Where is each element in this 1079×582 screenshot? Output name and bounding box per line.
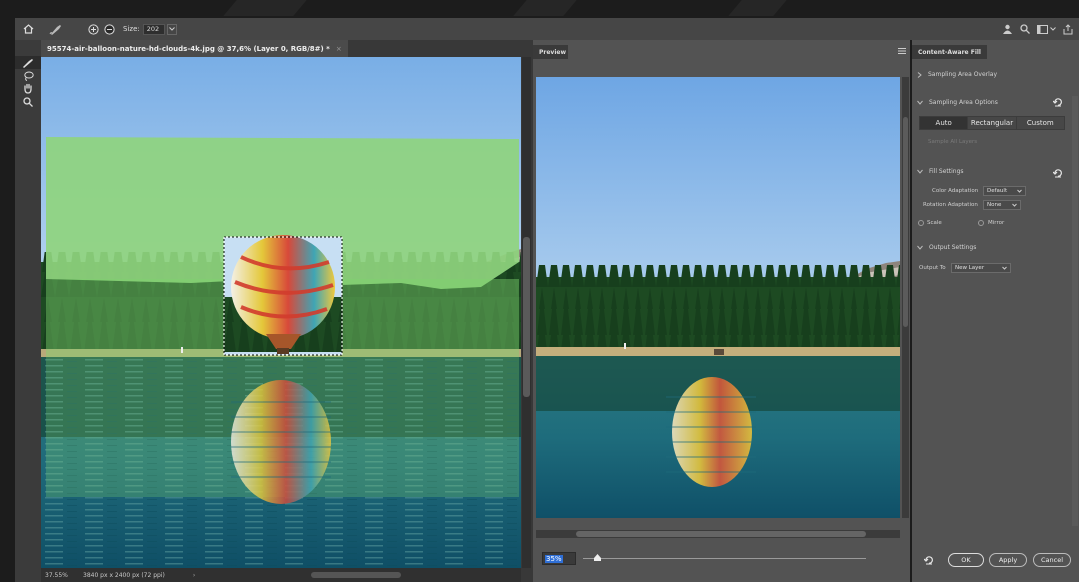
size-label: Size:: [123, 25, 140, 33]
preview-image: [536, 77, 900, 518]
output-to-value: New Layer: [955, 265, 985, 271]
output-to-dropdown[interactable]: New Layer: [951, 263, 1011, 273]
background-stripe: [728, 0, 787, 16]
options-bar: Size: 202: [15, 18, 1079, 40]
size-dropdown-button[interactable]: [166, 23, 177, 35]
sampling-mode-rectangular[interactable]: Rectangular: [967, 117, 1016, 129]
preview-tab[interactable]: Preview: [533, 45, 568, 59]
apply-button[interactable]: Apply: [989, 553, 1027, 567]
background-stripe: [223, 0, 307, 16]
learn-icon[interactable]: [1002, 24, 1013, 34]
background-stripe: [513, 0, 577, 16]
add-circle-icon[interactable]: [85, 23, 101, 35]
output-settings-label: Output Settings: [929, 244, 977, 251]
fill-settings-label: Fill Settings: [929, 168, 964, 175]
sampling-mode-auto[interactable]: Auto: [920, 117, 968, 129]
content-aware-brush-tool-icon[interactable]: [15, 56, 41, 69]
close-icon[interactable]: ×: [336, 45, 342, 53]
document-dimensions: 3840 px x 2400 px (72 ppi): [83, 571, 165, 579]
scale-label: Scale: [927, 220, 942, 226]
sampling-area-overlay-label: Sampling Area Overlay: [928, 71, 998, 78]
fill-settings-section[interactable]: Fill Settings: [917, 168, 964, 175]
content-aware-brush-icon[interactable]: [41, 24, 71, 35]
panel-menu-icon[interactable]: [898, 48, 906, 54]
landscape-image: [41, 57, 521, 568]
preview-vertical-scrollbar[interactable]: [902, 77, 909, 518]
content-aware-fill-tab[interactable]: Content-Aware Fill: [912, 45, 987, 59]
color-adaptation-dropdown[interactable]: Default: [983, 186, 1026, 196]
chevron-down-icon: [917, 245, 923, 250]
ok-button[interactable]: OK: [948, 553, 984, 567]
content-aware-fill-panel: Content-Aware Fill Sampling Area Overlay…: [912, 40, 1079, 582]
reset-icon[interactable]: [924, 555, 934, 565]
document-title: 95574-air-balloon-nature-hd-clouds-4k.jp…: [47, 44, 330, 53]
rotation-adaptation-label: Rotation Adaptation: [923, 202, 978, 208]
subtract-circle-icon[interactable]: [101, 23, 117, 35]
rotation-adaptation-value: None: [987, 202, 1002, 208]
preview-horizontal-scrollbar[interactable]: [536, 530, 900, 538]
preview-zoom-slider[interactable]: [583, 554, 866, 561]
status-menu-arrow-icon[interactable]: ›: [193, 572, 195, 579]
zoom-icon[interactable]: [15, 95, 41, 108]
document-status-bar: 37.55% 3840 px x 2400 px (72 ppi) ›: [41, 568, 521, 582]
chevron-down-icon: [168, 27, 175, 31]
document-tab[interactable]: 95574-air-balloon-nature-hd-clouds-4k.jp…: [41, 40, 348, 57]
chevron-down-icon: [1017, 189, 1022, 193]
preview-zoom-value: 35%: [545, 554, 563, 563]
sampling-mode-segmented-control: Auto Rectangular Custom: [919, 116, 1065, 130]
chevron-down-icon: [917, 100, 923, 105]
sampling-mode-custom[interactable]: Custom: [1015, 117, 1064, 129]
zoom-slider-knob[interactable]: [594, 554, 602, 561]
mirror-checkbox[interactable]: [978, 220, 984, 226]
zoom-level[interactable]: 37.55%: [41, 572, 73, 579]
reset-icon[interactable]: [1053, 97, 1063, 107]
share-icon[interactable]: [1063, 23, 1073, 35]
document-horizontal-scrollbar[interactable]: [311, 572, 401, 578]
output-to-label: Output To: [919, 265, 946, 271]
sampling-area-options-label: Sampling Area Options: [929, 99, 998, 106]
hand-icon[interactable]: [15, 82, 41, 95]
search-icon[interactable]: [1020, 24, 1030, 34]
scale-checkbox[interactable]: [918, 220, 924, 226]
chevron-down-icon: [1012, 203, 1017, 207]
mirror-label: Mirror: [988, 220, 1005, 226]
sampling-area-overlay-section[interactable]: Sampling Area Overlay: [917, 71, 997, 78]
preview-canvas[interactable]: [536, 77, 900, 518]
size-input[interactable]: 202: [142, 23, 165, 35]
reset-icon[interactable]: [1053, 168, 1063, 178]
home-icon[interactable]: [15, 24, 41, 34]
document-canvas[interactable]: [41, 57, 521, 568]
preview-panel: Preview 35%: [533, 40, 910, 582]
preview-zoom-input[interactable]: 35%: [542, 552, 576, 565]
output-settings-section[interactable]: Output Settings: [917, 244, 976, 251]
lasso-icon[interactable]: [15, 69, 41, 82]
sample-all-layers-checkbox[interactable]: Sample All Layers: [928, 139, 977, 145]
document-vertical-scrollbar[interactable]: [522, 57, 531, 568]
panel-scrollbar[interactable]: [1072, 96, 1078, 526]
sampling-area-options-section[interactable]: Sampling Area Options: [917, 99, 998, 106]
color-adaptation-label: Color Adaptation: [932, 188, 979, 194]
cancel-button[interactable]: Cancel: [1033, 553, 1071, 567]
color-adaptation-value: Default: [987, 188, 1008, 194]
document-window: 95574-air-balloon-nature-hd-clouds-4k.jp…: [41, 40, 533, 582]
workspace-icon[interactable]: [1037, 24, 1056, 34]
chevron-right-icon: [917, 71, 922, 78]
tools-panel: [15, 40, 41, 582]
chevron-down-icon: [917, 169, 923, 174]
chevron-down-icon: [1002, 266, 1007, 270]
rotation-adaptation-dropdown[interactable]: None: [983, 200, 1021, 210]
